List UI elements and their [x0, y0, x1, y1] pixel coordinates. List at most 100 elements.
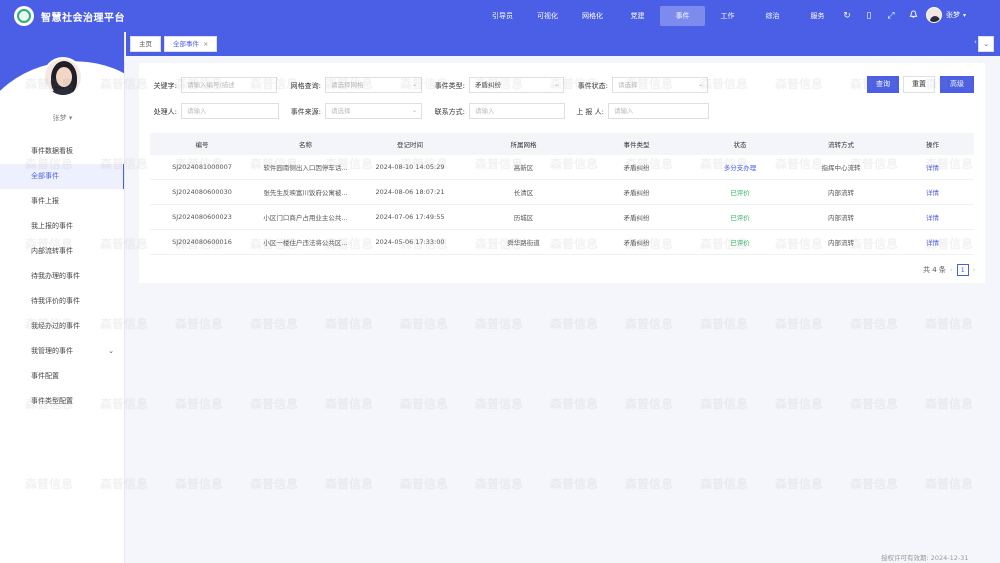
- table-row[interactable]: SJ2024081000007 软件园南侧出入口因停车话... 2024-08-…: [150, 155, 974, 180]
- user-name: 张梦: [946, 11, 960, 19]
- source-select[interactable]: 请选择 ⌄: [325, 103, 422, 119]
- event-time: 2024-07-06 17:49:55: [375, 213, 445, 221]
- mobile-icon[interactable]: ▯: [858, 11, 880, 21]
- close-icon[interactable]: ×: [203, 40, 208, 48]
- contact-label: 联系方式:: [434, 108, 465, 116]
- status-label: 事件状态:: [577, 82, 608, 90]
- events-card: 关键字: 请输入编号/描述 网格查询: 请选择网格 ⌄ 事件类型: 矛盾纠纷 ⌄ 事…: [139, 63, 985, 283]
- nav-item-party[interactable]: 党建: [615, 6, 660, 26]
- sidebar-item-report-event[interactable]: 事件上报: [0, 189, 124, 214]
- watermark-text: 森普信息: [625, 317, 674, 331]
- refresh-icon[interactable]: ↻: [836, 11, 858, 21]
- chevron-left-icon[interactable]: ‹: [974, 38, 977, 46]
- nav-item-visualization[interactable]: 可视化: [525, 6, 570, 26]
- watermark-text: 森普信息: [400, 317, 449, 331]
- grid-select[interactable]: 请选择网格 ⌄: [325, 77, 422, 93]
- detail-link[interactable]: 详情: [891, 187, 974, 197]
- sidebar-item-to-evaluate[interactable]: 待我评价的事件: [0, 289, 124, 314]
- event-type: 矛盾纠纷: [623, 239, 650, 247]
- advanced-button[interactable]: 高级: [940, 76, 974, 93]
- detail-link[interactable]: 详情: [891, 162, 974, 172]
- column-header: 事件类型: [623, 141, 650, 149]
- handler-input[interactable]: 请输入: [181, 103, 279, 119]
- keyword-label: 关键字:: [153, 82, 177, 90]
- event-flow: 指挥中心流转: [821, 164, 861, 172]
- top-bar: 智慧社会治理平台 引导员 可视化 网格化 党建 事件 工作 综治 服务 ↻ ▯ …: [0, 0, 1000, 32]
- event-time: 2024-05-06 17:33:00: [375, 238, 445, 246]
- bell-icon[interactable]: [902, 10, 924, 22]
- tabs-more-button[interactable]: ⌄: [978, 36, 994, 52]
- sidebar-item-event-type-config[interactable]: 事件类型配置: [0, 389, 124, 414]
- event-type: 矛盾纠纷: [623, 214, 650, 222]
- event-type: 矛盾纠纷: [623, 164, 650, 172]
- sidebar-item-internal-flow[interactable]: 内部流转事件: [0, 239, 124, 264]
- nav-item-grid[interactable]: 网格化: [570, 6, 615, 26]
- nav-item-guide[interactable]: 引导员: [480, 6, 525, 26]
- fullscreen-icon[interactable]: ⤢: [880, 11, 902, 21]
- event-flow: 内部流转: [828, 189, 854, 197]
- app-logo[interactable]: [14, 6, 34, 26]
- sidebar-item-to-handle[interactable]: 待我办理的事件: [0, 264, 124, 289]
- table-row[interactable]: SJ2024080600030 张先生反映富川饭府公寓被... 2024-08-…: [150, 180, 974, 205]
- chevron-left-icon[interactable]: ‹: [950, 266, 953, 274]
- watermark-text: 森普信息: [400, 397, 449, 411]
- search-button[interactable]: 查询: [867, 76, 899, 93]
- sidebar: 张梦 ▾ 事件数据看板 全部事件 事件上报 我上报的事件 内部流转事件 待我办理…: [0, 32, 125, 563]
- profile-name[interactable]: 张梦 ▾: [0, 113, 124, 123]
- watermark-text: 森普信息: [550, 397, 599, 411]
- event-name: 张先生反映富川饭府公寓被...: [263, 189, 348, 197]
- sidebar-item-event-config[interactable]: 事件配置: [0, 364, 124, 389]
- keyword-input[interactable]: 请输入编号/描述: [181, 77, 277, 93]
- reset-button[interactable]: 重置: [903, 76, 935, 93]
- watermark-text: 森普信息: [925, 317, 974, 331]
- contact-input[interactable]: 请输入: [469, 103, 565, 119]
- status-badge: 已评价: [730, 239, 750, 247]
- avatar: [926, 7, 942, 23]
- watermark-text: 森普信息: [925, 397, 974, 411]
- event-time: 2024-08-10 14:05:29: [375, 163, 445, 171]
- reporter-label: 上 报 人:: [576, 108, 604, 116]
- table-row[interactable]: SJ2024080600023 小区门口商户占用业主公共... 2024-07-…: [150, 205, 974, 230]
- column-header: 名称: [299, 141, 312, 149]
- watermark-text: 森普信息: [250, 317, 299, 331]
- watermark-text: 森普信息: [850, 397, 899, 411]
- sidebar-item-event-dashboard[interactable]: 事件数据看板: [0, 139, 124, 164]
- chevron-down-icon: ⌄: [553, 81, 559, 88]
- watermark-text: 森普信息: [550, 317, 599, 331]
- event-name: 小区一楼住户违法将公共区...: [263, 239, 348, 247]
- event-name: 小区门口商户占用业主公共...: [263, 214, 348, 222]
- sidebar-item-managed[interactable]: 我管理的事件 ⌄: [0, 339, 124, 364]
- detail-link[interactable]: 详情: [891, 237, 974, 247]
- nav-item-governance[interactable]: 综治: [750, 6, 795, 26]
- nav-item-work[interactable]: 工作: [705, 6, 750, 26]
- reporter-input[interactable]: 请输入: [608, 103, 709, 119]
- sidebar-item-my-reported[interactable]: 我上报的事件: [0, 214, 124, 239]
- nav-item-service[interactable]: 服务: [795, 6, 840, 26]
- type-select[interactable]: 矛盾纠纷 ⌄: [469, 77, 564, 93]
- pagination: 共 4 条 ‹ 1 ›: [923, 264, 980, 276]
- page-number[interactable]: 1: [956, 264, 969, 276]
- type-select-value: 矛盾纠纷: [475, 81, 501, 89]
- nav-item-events[interactable]: 事件: [660, 6, 705, 26]
- sidebar-item-handled[interactable]: 我经办过的事件: [0, 314, 124, 339]
- event-id: SJ2024080600030: [172, 188, 232, 196]
- tab-all-events[interactable]: 全部事件 ×: [164, 36, 218, 52]
- watermark-text: 森普信息: [325, 397, 374, 411]
- column-header: 登记时间: [397, 141, 423, 149]
- watermark-text: 森普信息: [475, 477, 524, 491]
- watermark-text: 森普信息: [475, 397, 524, 411]
- sidebar-item-all-events[interactable]: 全部事件: [0, 164, 124, 189]
- event-flow: 内部流转: [828, 239, 854, 247]
- logo-mark-icon: [17, 9, 31, 23]
- table-row[interactable]: SJ2024080600016 小区一楼住户违法将公共区... 2024-05-…: [150, 230, 974, 255]
- event-grid: 高新区: [513, 164, 534, 172]
- watermark-text: 森普信息: [175, 477, 224, 491]
- column-header: 操作: [926, 141, 939, 149]
- chevron-right-icon[interactable]: ›: [973, 266, 976, 274]
- user-menu[interactable]: 张梦 ▾: [926, 7, 966, 23]
- detail-link[interactable]: 详情: [891, 212, 974, 222]
- watermark-text: 森普信息: [775, 477, 824, 491]
- tab-home[interactable]: 主页: [130, 36, 161, 52]
- status-badge: 已评价: [730, 214, 750, 222]
- status-select[interactable]: 请选择 ⌄: [612, 77, 708, 93]
